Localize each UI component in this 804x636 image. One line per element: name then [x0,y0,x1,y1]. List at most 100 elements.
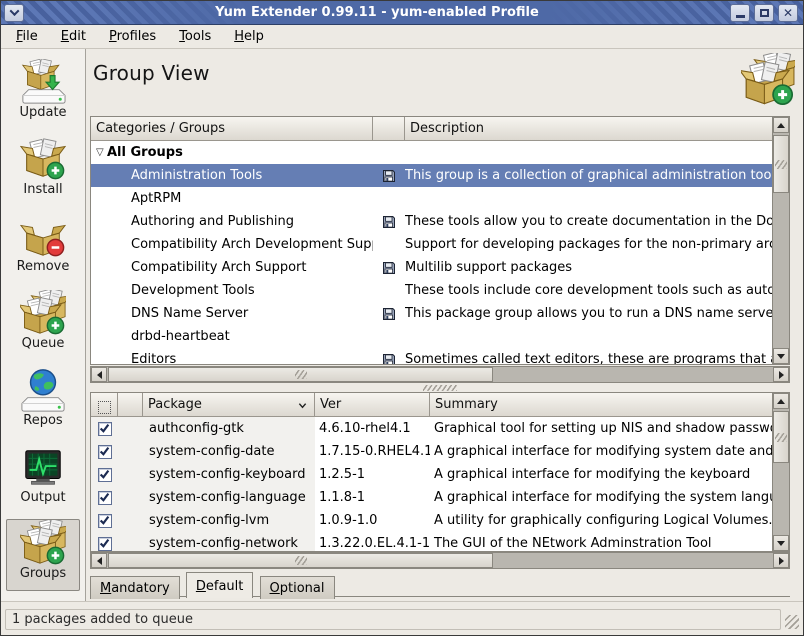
page-title: Group View [93,61,210,85]
sidebar-item-update[interactable]: Update [6,59,80,131]
groups-boxes-icon [741,53,795,107]
window-menu-button[interactable] [4,4,24,22]
scrollbar-thumb[interactable] [773,411,789,463]
install-box-icon [20,136,66,182]
group-name: Development Tools [131,283,255,298]
chevron-down-icon [9,6,19,16]
expander-icon[interactable]: ▽ [91,147,107,158]
tab-mandatory[interactable]: Mandatory [90,576,180,599]
scroll-up-button[interactable] [773,117,789,133]
table-row[interactable]: Development Tools These tools include co… [91,279,772,302]
check-icon [99,446,110,457]
scrollbar-thumb[interactable] [108,367,493,382]
scroll-right-button[interactable] [773,367,789,382]
sidebar-item-repos[interactable]: Repos [6,367,80,439]
table-row[interactable]: ▽All Groups [91,141,772,164]
group-name: Administration Tools [131,168,262,183]
scrollbar-thumb[interactable] [108,553,493,568]
group-name: DNS Name Server [131,306,248,321]
sidebar-item-label: Repos [23,413,62,428]
table-row[interactable]: system-config-network 1.3.22.0.EL.4.1-1 … [91,532,772,551]
scrollbar-thumb[interactable] [773,135,789,193]
table-row[interactable]: system-config-keyboard 1.2.5-1 A graphic… [91,463,772,486]
package-version: 1.2.5-1 [315,467,430,482]
scroll-left-button[interactable] [91,367,107,382]
group-name: Authoring and Publishing [131,214,294,229]
table-row[interactable]: Compatibility Arch Development Support S… [91,233,772,256]
scroll-down-button[interactable] [773,535,789,551]
menu-help[interactable]: Help [227,26,271,47]
menu-file[interactable]: File [9,26,45,47]
menu-tools[interactable]: Tools [172,26,218,47]
table-row[interactable]: system-config-language 1.1.8-1 A graphic… [91,486,772,509]
package-checkbox[interactable] [98,491,112,505]
sidebar-item-label: Remove [17,259,70,274]
group-name: Compatibility Arch Development Support [131,237,373,252]
package-checkbox[interactable] [98,445,112,459]
package-name: system-config-lvm [143,509,315,532]
sidebar-item-label: Groups [20,566,66,581]
close-button[interactable]: ✕ [778,4,798,22]
menu-profiles[interactable]: Profiles [102,26,163,47]
column-header-icon[interactable] [373,117,405,141]
sidebar-item-install[interactable]: Install [6,136,80,208]
column-header-blank[interactable] [118,393,143,417]
table-row[interactable]: system-config-date 1.7.15-0.RHEL4.1 A gr… [91,440,772,463]
resize-grip[interactable] [785,615,799,629]
table-row[interactable]: DNS Name Server This package group allow… [91,302,772,325]
sidebar-item-remove[interactable]: Remove [6,213,80,285]
column-header-ver[interactable]: Ver [315,393,430,417]
table-row[interactable]: system-config-lvm 1.0.9-1.0 A utility fo… [91,509,772,532]
tab-optional[interactable]: Optional [260,576,335,599]
column-header-categories[interactable]: Categories / Groups [91,117,373,141]
packages-vertical-scrollbar [772,393,789,551]
scroll-down-button[interactable] [773,348,789,364]
package-summary: A utility for graphically configuring Lo… [430,513,772,528]
groups-boxes-icon [20,520,66,566]
package-summary: The GUI of the NEtwork Adminstration Too… [430,536,772,551]
maximize-button[interactable] [754,4,774,22]
package-checkbox[interactable] [98,468,112,482]
pane-splitter[interactable] [90,384,790,392]
column-header-description[interactable]: Description [405,117,772,141]
menu-edit[interactable]: Edit [54,26,93,47]
minimize-button[interactable] [730,4,750,22]
scroll-left-button[interactable] [91,553,107,568]
app-window: Yum Extender 0.99.11 - yum-enabled Profi… [0,0,804,636]
column-header-summary[interactable]: Summary [430,393,772,417]
column-header-package[interactable]: Package [143,393,315,417]
sidebar-item-groups[interactable]: Groups [6,519,80,591]
package-checkbox[interactable] [98,422,112,436]
statusbar: 1 packages added to queue [1,601,803,635]
scroll-right-button[interactable] [773,553,789,568]
package-checkbox[interactable] [98,514,112,528]
table-row[interactable]: drbd-heartbeat [91,325,772,348]
queue-boxes-icon [20,290,66,336]
main-content: Group View Categories / Groups Descripti… [87,49,803,601]
group-description: Support for developing packages for the … [405,237,772,252]
group-description: This package group allows you to run a D… [405,306,772,321]
column-header-checkbox[interactable] [91,393,118,417]
sidebar-item-label: Queue [22,336,65,351]
tab-default[interactable]: Default [186,572,254,598]
table-row[interactable]: Authoring and Publishing These tools all… [91,210,772,233]
table-row[interactable]: Editors Sometimes called text editors, t… [91,348,772,364]
table-row-selected[interactable]: Administration Tools This group is a col… [91,164,772,187]
package-summary: A graphical interface for modifying the … [430,490,772,505]
grip-icon [295,370,307,379]
sidebar-item-queue[interactable]: Queue [6,290,80,362]
repos-globe-icon [20,367,66,413]
table-row[interactable]: Compatibility Arch Support Multilib supp… [91,256,772,279]
package-checkbox[interactable] [98,537,112,551]
installed-floppy-icon [382,261,396,275]
check-icon [99,469,110,480]
sidebar-item-output[interactable]: Output [6,444,80,516]
scroll-up-button[interactable] [773,393,789,409]
packages-table: Package Ver Summary authconfig-gtk 4.6.1… [90,392,790,552]
table-row[interactable]: authconfig-gtk 4.6.10-rhel4.1 Graphical … [91,417,772,440]
table-row[interactable]: AptRPM [91,187,772,210]
column-label: Package [148,397,202,412]
grip-icon [775,433,787,442]
group-name: Editors [131,352,176,364]
group-name: drbd-heartbeat [131,329,230,344]
